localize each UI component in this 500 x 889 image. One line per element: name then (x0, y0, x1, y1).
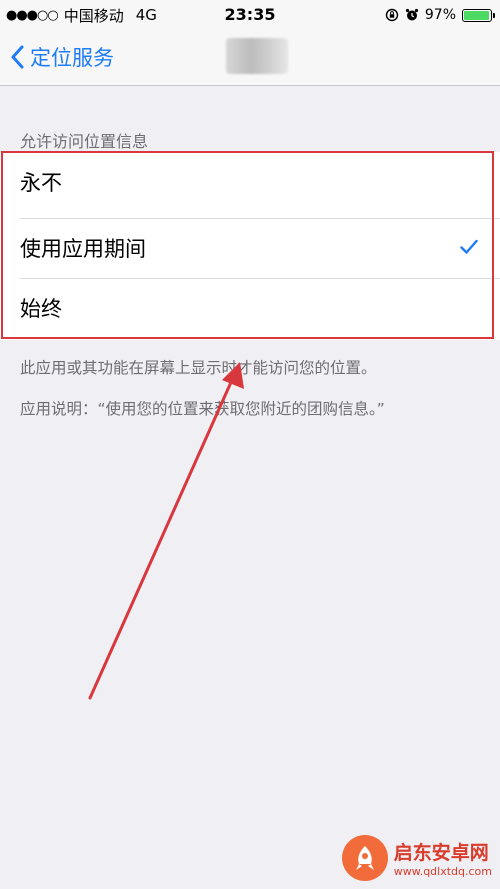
status-bar: ●●●○○ 中国移动 4G 23:35 97% (0, 0, 500, 30)
status-right: 97% (385, 0, 495, 30)
option-always[interactable]: 始终 (0, 278, 500, 338)
back-button-label: 定位服务 (30, 46, 114, 70)
watermark-text: 启东安卓网 www.qdlxtdq.com (394, 838, 492, 878)
watermark-title: 启东安卓网 (393, 842, 489, 864)
option-never[interactable]: 永不 (0, 152, 500, 212)
navigation-bar: 定位服务 (0, 30, 500, 86)
battery-fill (464, 10, 490, 20)
battery-icon (462, 8, 495, 22)
option-label: 始终 (20, 297, 62, 321)
option-while-using[interactable]: 使用应用期间 (0, 218, 500, 278)
watermark-url: www.qdlxtdq.com (393, 865, 492, 878)
location-access-list: 永不 使用应用期间 始终 (0, 152, 500, 340)
alarm-icon (405, 8, 418, 21)
rotation-lock-icon (385, 8, 399, 22)
app-usage-note: 应用说明：“使用您的位置来获取您附近的团购信息。” (20, 400, 385, 418)
battery-percent: 97% (424, 7, 456, 23)
option-label: 使用应用期间 (20, 237, 146, 261)
chevron-left-icon (11, 45, 24, 69)
checkmark-icon (460, 239, 478, 254)
back-button[interactable]: 定位服务 (10, 40, 114, 74)
app-name-blurred (226, 38, 288, 74)
option-label: 永不 (20, 171, 62, 195)
section-header: 允许访问位置信息 (20, 132, 149, 151)
permission-description: 此应用或其功能在屏幕上显示时才能访问您的位置。 (20, 359, 377, 377)
watermark: 启东安卓网 www.qdlxtdq.com (341, 835, 492, 881)
watermark-logo-icon (341, 835, 388, 881)
